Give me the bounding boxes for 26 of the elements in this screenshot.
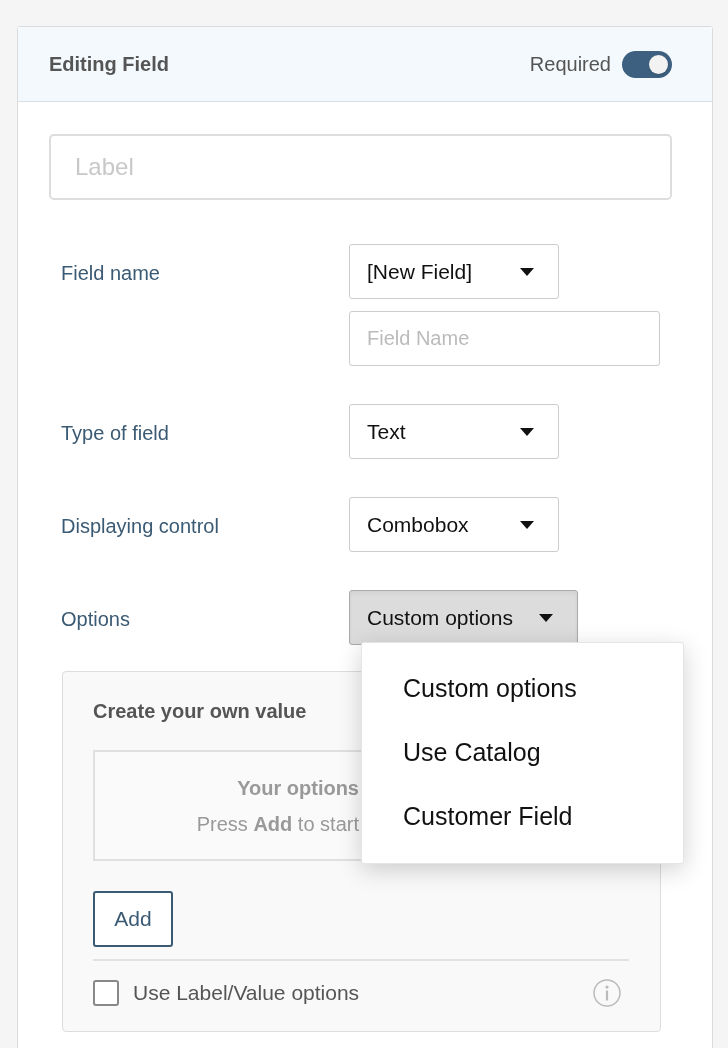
field-label: Type of field [60, 421, 170, 446]
select-dropdown[interactable]: [New Field] [349, 244, 559, 299]
checkbox[interactable] [93, 979, 119, 1006]
field-label: Options [60, 607, 131, 632]
field-name-input[interactable]: Field Name [349, 311, 660, 366]
select-dropdown[interactable]: Custom options [349, 590, 578, 645]
panel-title: Editing Field [49, 52, 169, 77]
menu-item[interactable]: Customer Field [362, 785, 683, 849]
caret-icon [520, 427, 534, 436]
select-dropdown[interactable]: Combobox [349, 497, 559, 552]
field-label: Displaying control [60, 514, 220, 539]
required-label: Required [529, 52, 611, 77]
menu-item[interactable]: Use Catalog [362, 721, 683, 785]
empty-title: Your options [237, 775, 359, 801]
empty-hint: Press Add to start [196, 811, 359, 837]
add-button[interactable]: Add [93, 891, 173, 947]
required-toggle[interactable] [622, 50, 672, 78]
menu-item[interactable]: Custom options [362, 657, 683, 721]
caret-icon [520, 520, 534, 529]
info-icon[interactable] [593, 978, 621, 1007]
checkbox-label: Use Label/Value options [133, 980, 360, 1006]
field-label: Field name [60, 261, 161, 286]
caret-icon [538, 613, 553, 622]
caret-icon [520, 267, 534, 276]
options-title: Create your own value [93, 699, 307, 724]
select-dropdown[interactable]: Text [349, 404, 559, 459]
